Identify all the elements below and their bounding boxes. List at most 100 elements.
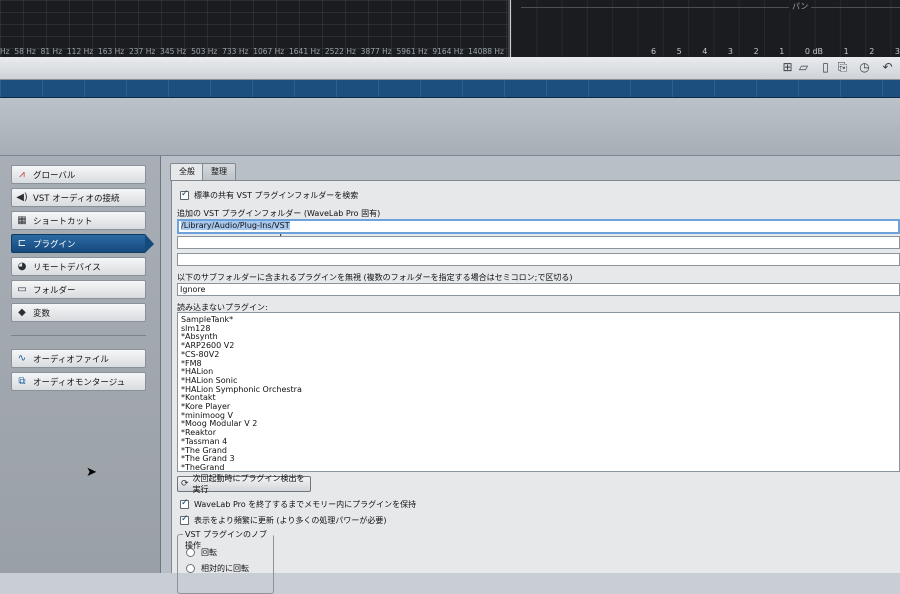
vst-folder-value-1: /Library/Audio/Plug-Ins/VST (181, 221, 290, 230)
mouse-cursor-icon: ➤ (86, 465, 97, 480)
frequency-tick: 1067 Hz (253, 47, 285, 56)
refresh-icon: ⟳ (181, 479, 189, 489)
list-item[interactable]: *Moog Modular V 2 (181, 420, 899, 429)
search-shared-label: 標準の共有 VST プラグインフォルダーを検索 (194, 191, 359, 200)
toolbar: ⊞ ▱ ▯ ⎘ ◷ ↶ (0, 57, 900, 80)
frequency-tick: 14088 Hz (468, 47, 504, 56)
keep-in-memory-option[interactable]: WaveLab Pro を終了するまでメモリー内にプラグインを保持 (180, 498, 416, 510)
sidebar-item-variables[interactable]: ◆ 変数 (11, 303, 146, 322)
vst-folder-input-3[interactable] (177, 253, 900, 266)
list-item[interactable]: *The Grand (181, 446, 899, 456)
tab-organize[interactable]: 整理 (202, 163, 236, 180)
knob-mode-relative[interactable]: 相対的に回転 (186, 563, 249, 574)
sidebar-item-global[interactable]: ⩘ グローバル (11, 165, 146, 184)
db-tick: 1 (843, 47, 849, 56)
history-icon[interactable]: ◷ (858, 61, 871, 74)
list-item[interactable]: *Kore Player (181, 402, 899, 412)
knob-rotate-label: 回転 (201, 548, 217, 557)
knob-rotate-radio[interactable] (186, 548, 195, 557)
refresh-display-label: 表示をより頻繁に更新 (より多くの処理パワーが必要) (194, 516, 387, 525)
plugin-icon: ⊏ (17, 238, 27, 249)
sidebar-item-audio-montage[interactable]: ⧉ オーディオモンタージュ (11, 372, 146, 391)
list-item[interactable]: *Absynth (181, 333, 899, 342)
list-item[interactable]: *CS-80V2 (181, 350, 899, 360)
keep-in-memory-checkbox[interactable] (180, 498, 189, 509)
sidebar-item-label: グローバル (33, 170, 76, 181)
sidebar-item-label: 変数 (33, 308, 51, 319)
frequency-tick: Hz (0, 47, 10, 56)
frequency-tick: 5961 Hz (396, 47, 428, 56)
list-item[interactable]: slm128 (181, 324, 899, 334)
list-item[interactable]: *The Grand 3 (181, 455, 899, 464)
sidebar-item-folders[interactable]: ▭ フォルダー (11, 280, 146, 299)
pan-meter: パン 6 5 4 3 2 1 0 dB 1 2 3 (511, 0, 900, 57)
search-shared-vst-option[interactable]: 標準の共有 VST プラグインフォルダーを検索 (180, 189, 359, 201)
rescan-button-label: 次回起動時にプラグイン検出を実行 (192, 474, 305, 494)
knob-mode-group: VST プラグインのノブ操作 回転 相対的に回転 (177, 529, 274, 594)
frequency-tick: 163 Hz (97, 47, 125, 56)
refresh-display-option[interactable]: 表示をより頻繁に更新 (より多くの処理パワーが必要) (180, 514, 387, 526)
sidebar-item-label: オーディオファイル (33, 354, 109, 365)
vst-folder-input-1[interactable]: /Library/Audio/Plug-Ins/VST (177, 219, 900, 234)
sidebar-divider (11, 335, 146, 336)
remote-icon: ◕ (17, 261, 27, 272)
vst-folder-input-2[interactable] (177, 236, 900, 249)
frequency-tick: 3877 Hz (360, 47, 392, 56)
speaker-icon: ◀) (16, 192, 28, 203)
list-item[interactable]: *TheGrand (181, 463, 899, 471)
sidebar-item-remote-devices[interactable]: ◕ リモートデバイス (11, 257, 146, 276)
list-item[interactable]: *Tassman 4 (181, 437, 899, 447)
db-tick: 0 dB (804, 47, 824, 56)
ignore-subfolders-input[interactable]: Ignore (177, 283, 900, 296)
frequency-tick: 733 Hz (222, 47, 249, 56)
frequency-tick: 58 Hz (14, 47, 36, 56)
undo-icon[interactable]: ↶ (881, 61, 894, 74)
sidebar-item-label: VST オーディオの接続 (33, 193, 120, 204)
pan-title: パン (789, 1, 812, 12)
not-loaded-plugins-list[interactable]: SampleTank* slm128 *Absynth *ARP2600 V2 *CS-… (177, 312, 900, 472)
list-item[interactable]: *HALion Symphonic Orchestra (181, 385, 899, 395)
frequency-tick: 9164 Hz (432, 47, 464, 56)
open-folder-icon[interactable]: ▱ (797, 61, 810, 74)
global-icon: ⩘ (19, 169, 25, 180)
knob-mode-rotate[interactable]: 回転 (186, 547, 217, 558)
export-icon[interactable]: ⎘ (836, 61, 849, 74)
list-item[interactable]: *minimoog V (181, 411, 899, 421)
list-item[interactable]: *ARP2600 V2 (181, 341, 899, 351)
add-item-icon[interactable]: ⊞ (781, 61, 794, 74)
tab-general[interactable]: 全般 (170, 163, 204, 181)
frequency-tick: 2522 Hz (324, 47, 356, 56)
tab-content: 標準の共有 VST プラグインフォルダーを検索 追加の VST プラグインフォル… (171, 180, 900, 594)
sidebar-item-vst-audio[interactable]: ◀) VST オーディオの接続 (11, 188, 146, 207)
db-tick: 3 (727, 47, 734, 56)
sidebar-item-shortcuts[interactable]: ▦ ショートカット (11, 211, 146, 230)
db-tick: 6 (651, 47, 657, 56)
sidebar-item-plugins[interactable]: ⊏ プラグイン (11, 234, 154, 253)
list-item[interactable]: *Kontakt (181, 394, 899, 403)
search-shared-checkbox[interactable] (180, 189, 189, 200)
sidebar-item-label: リモートデバイス (33, 262, 101, 273)
db-tick: 2 (869, 47, 875, 56)
tag-icon: ◆ (18, 307, 26, 318)
list-item[interactable]: *Reaktor (181, 428, 899, 438)
sidebar-item-audio-files[interactable]: ∿ オーディオファイル (11, 349, 146, 368)
spectrum-display: Hz 58 Hz 81 Hz 112 Hz 163 Hz 237 Hz 345 Hz 503 … (0, 0, 510, 57)
keyboard-icon: ▦ (17, 215, 27, 226)
rescan-plugins-button[interactable]: ⟳ 次回起動時にプラグイン検出を実行 (177, 474, 311, 494)
db-tick: 1 (779, 47, 785, 56)
refresh-display-checkbox[interactable] (180, 514, 189, 525)
knob-relative-radio[interactable] (186, 564, 195, 573)
frequency-tick: 112 Hz (66, 47, 94, 56)
list-item[interactable]: SampleTank* (181, 315, 899, 325)
frequency-tick: 81 Hz (40, 47, 63, 56)
list-item[interactable]: *HALion (181, 368, 899, 377)
sidebar-item-label: プラグイン (33, 239, 76, 250)
clipboard-icon[interactable]: ▯ (819, 61, 832, 74)
sidebar-item-label: ショートカット (33, 216, 93, 227)
waveform-icon: ∿ (17, 353, 27, 364)
knob-relative-label: 相対的に回転 (201, 564, 249, 573)
frequency-tick: 1641 Hz (289, 47, 321, 56)
preferences-sidebar: ⩘ グローバル ◀) VST オーディオの接続 ▦ ショートカット ⊏ プラグイ… (0, 156, 161, 573)
list-item[interactable]: *FM8 (181, 359, 899, 369)
db-tick: 4 (702, 47, 708, 56)
